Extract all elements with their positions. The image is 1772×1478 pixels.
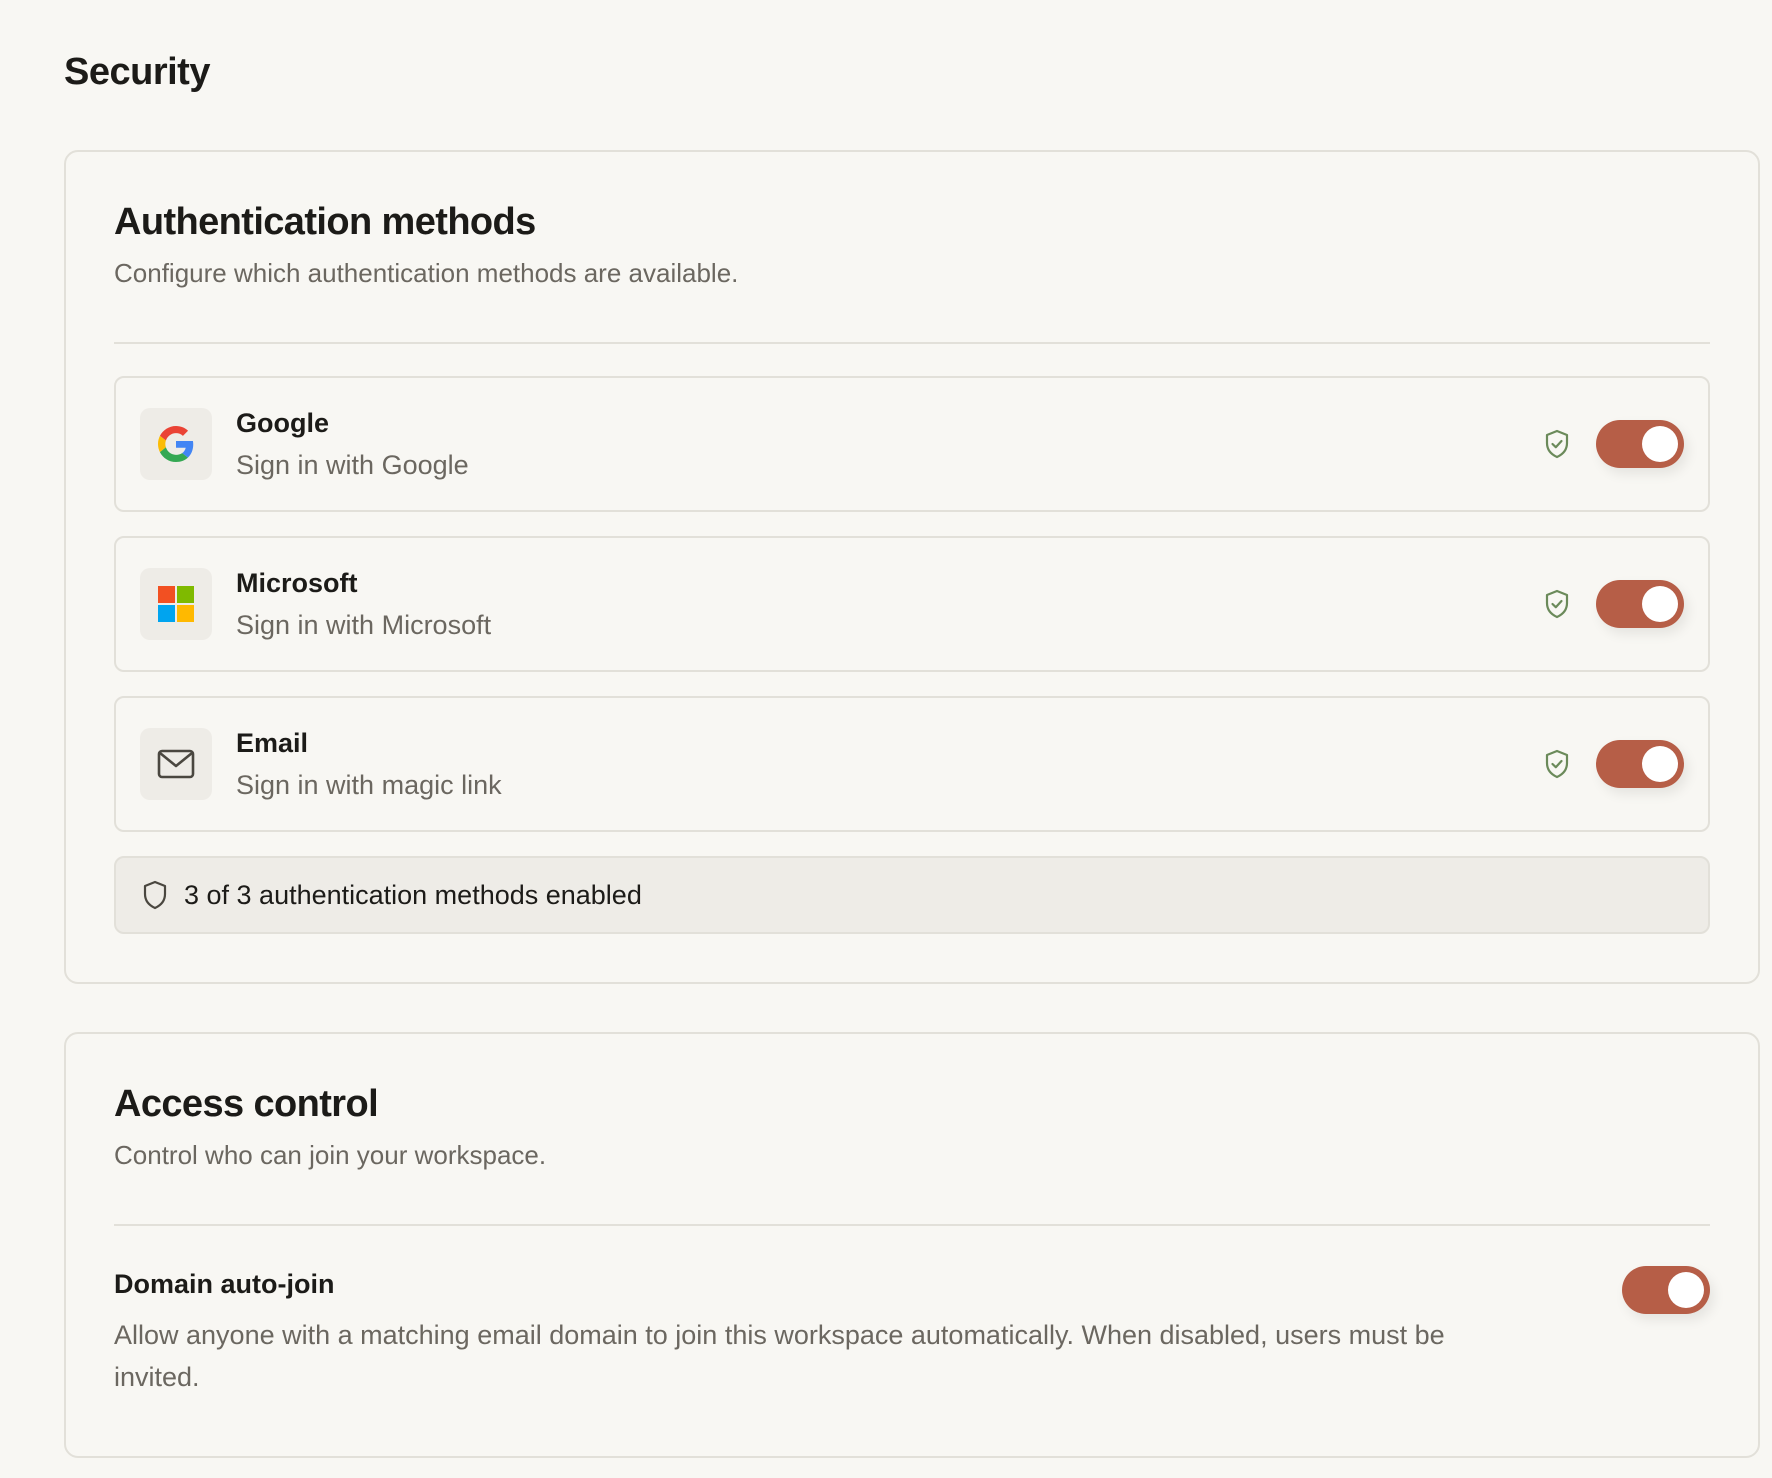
google-toggle[interactable] [1596, 420, 1684, 468]
divider [114, 1224, 1710, 1226]
security-page: Security Authentication methods Configur… [0, 0, 1772, 1478]
shield-check-icon [1542, 747, 1572, 781]
microsoft-toggle[interactable] [1596, 580, 1684, 628]
auth-method-google: Google Sign in with Google [114, 376, 1710, 512]
auth-method-text: Email Sign in with magic link [236, 726, 1542, 802]
auth-method-email: Email Sign in with magic link [114, 696, 1710, 832]
toggle-knob [1668, 1272, 1704, 1308]
microsoft-logo-icon [158, 586, 194, 622]
google-logo [140, 408, 212, 480]
auth-methods-title: Authentication methods [114, 201, 536, 243]
auth-method-text: Google Sign in with Google [236, 406, 1542, 482]
summary-text: 3 of 3 authentication methods enabled [184, 879, 642, 910]
toggle-knob [1642, 746, 1678, 782]
envelope-icon [157, 749, 195, 779]
page-title: Security [64, 51, 210, 93]
divider [114, 342, 1710, 344]
auth-method-name: Microsoft [236, 568, 358, 598]
access-control-description: Control who can join your workspace. [114, 1140, 547, 1170]
auth-methods-description: Configure which authentication methods a… [114, 258, 739, 288]
toggle-knob [1642, 586, 1678, 622]
toggle-knob [1642, 426, 1678, 462]
domain-auto-join-title: Domain auto-join [114, 1269, 335, 1299]
auth-method-list: Google Sign in with Google Microsoft Sig… [114, 376, 1710, 934]
auth-method-text: Microsoft Sign in with Microsoft [236, 566, 1542, 642]
domain-auto-join-setting: Domain auto-join Allow anyone with a mat… [114, 1266, 1710, 1398]
email-toggle[interactable] [1596, 740, 1684, 788]
shield-check-icon [1542, 427, 1572, 461]
auth-method-microsoft: Microsoft Sign in with Microsoft [114, 536, 1710, 672]
auth-method-name: Google [236, 408, 329, 438]
google-logo-icon [158, 426, 194, 462]
domain-auto-join-description: Allow anyone with a matching email domai… [114, 1320, 1445, 1392]
authentication-methods-card: Authentication methods Configure which a… [64, 150, 1760, 984]
microsoft-logo [140, 568, 212, 640]
access-control-title: Access control [114, 1083, 379, 1125]
email-logo [140, 728, 212, 800]
auth-method-subtitle: Sign in with Microsoft [236, 610, 492, 640]
domain-auto-join-toggle[interactable] [1622, 1266, 1710, 1314]
shield-icon [143, 880, 167, 910]
auth-methods-summary: 3 of 3 authentication methods enabled [114, 856, 1710, 934]
auth-method-subtitle: Sign in with Google [236, 450, 469, 480]
auth-method-subtitle: Sign in with magic link [236, 770, 502, 800]
auth-method-name: Email [236, 728, 309, 758]
shield-check-icon [1542, 587, 1572, 621]
access-control-card: Access control Control who can join your… [64, 1032, 1760, 1458]
